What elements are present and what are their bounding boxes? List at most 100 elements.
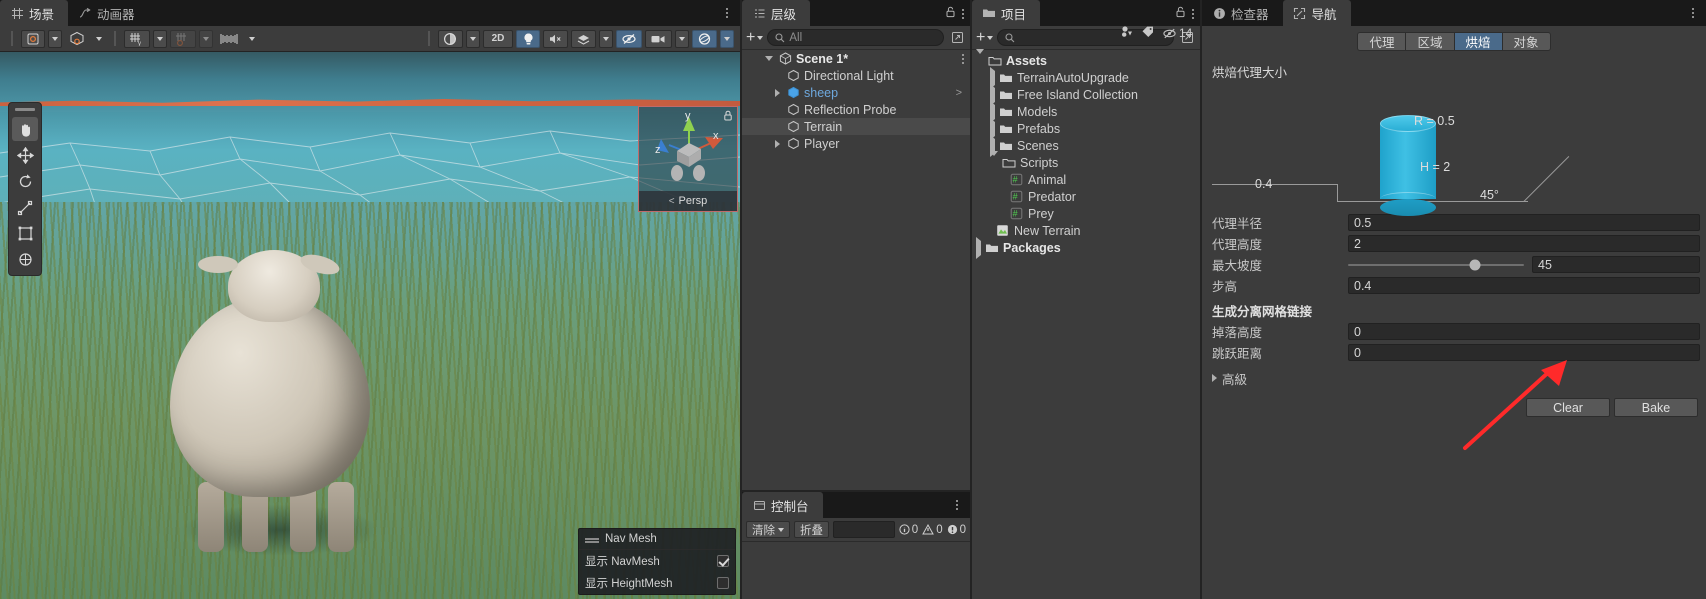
hand-tool[interactable] [12,117,38,141]
project-tree[interactable]: Assets TerrainAutoUpgrade Free Island Co… [972,48,1200,599]
project-row-animal[interactable]: # Animal [972,171,1200,188]
hierarchy-menu-icon[interactable] [962,8,964,19]
bulb-icon[interactable] [516,29,540,48]
hierarchy-add-button[interactable]: + [746,29,764,45]
tri-expanded-icon[interactable] [976,48,984,68]
grid-snap-icon[interactable]: y [124,29,150,48]
scale-tool[interactable] [12,195,38,219]
2d-toggle-button[interactable]: 2D [483,29,513,48]
console-warning-counter[interactable]: 0 [922,524,943,536]
rotate-tool[interactable] [12,169,38,193]
max-slope-input[interactable]: 45 [1532,256,1700,273]
slider-knob[interactable] [1469,259,1481,270]
ruler-icon[interactable] [216,30,242,48]
lock-icon[interactable] [723,110,733,121]
subtab-areas[interactable]: 区域 [1405,31,1454,51]
drop-height-input[interactable]: 0 [1348,323,1700,340]
tab-inspector[interactable]: 检查器 [1202,0,1283,26]
project-row-free-island-collection[interactable]: Free Island Collection [972,83,1200,106]
agent-radius-input[interactable]: 0.5 [1348,214,1700,231]
navmesh-overlay-header[interactable]: Nav Mesh [579,529,735,550]
eye-slash-icon[interactable] [616,29,642,48]
tri-expanded-icon[interactable] [990,150,998,170]
palette-grip-icon[interactable] [15,108,35,111]
shading-sphere-icon[interactable] [438,29,463,48]
project-row-new-terrain[interactable]: New Terrain [972,222,1200,239]
project-row-terrainautoupgrade[interactable]: TerrainAutoUpgrade [972,66,1200,89]
tri-collapsed-icon[interactable] [990,117,995,140]
project-row-prey[interactable]: # Prey [972,205,1200,222]
hierarchy-row-player[interactable]: Player [742,135,970,152]
pivot-dropdown-icon[interactable] [48,29,62,48]
hierarchy-row-scene[interactable]: Scene 1* [742,50,970,67]
console-error-counter[interactable]: 0 [947,524,966,536]
rect-tool[interactable] [12,221,38,245]
tab-animator[interactable]: 动画器 [68,0,149,26]
fx-icon[interactable] [571,29,596,48]
pivot-icon[interactable] [21,29,45,48]
hierarchy-row-terrain[interactable]: Terrain [742,118,970,135]
ruler-dropdown-icon[interactable] [245,30,259,48]
hierarchy-search-input[interactable]: All [767,29,944,46]
tri-collapsed-icon[interactable] [990,83,995,106]
subtab-object[interactable]: 对象 [1501,31,1551,51]
project-add-button[interactable]: + [976,29,994,45]
project-row-prefabs[interactable]: Prefabs [972,117,1200,140]
tab-scene[interactable]: 场景 [0,0,69,26]
subtab-agents[interactable]: 代理 [1357,31,1406,51]
vertex-snap-icon[interactable] [170,29,196,48]
hierarchy-lock-icon[interactable] [945,6,956,21]
console-search-input[interactable] [833,521,895,538]
shading-dropdown-icon[interactable] [466,29,480,48]
tri-collapsed-icon[interactable] [990,66,995,89]
project-row-scripts[interactable]: Scripts [972,150,1200,171]
agent-height-input[interactable]: 2 [1348,235,1700,252]
vertex-snap-dropdown-icon[interactable] [199,29,213,48]
toolbar-grip[interactable] [11,31,13,46]
drag-handle-icon[interactable] [585,538,599,540]
console-log-list[interactable] [742,542,970,599]
bake-button[interactable]: Bake [1614,398,1698,417]
clear-button[interactable]: Clear [1526,398,1610,417]
hierarchy-tree[interactable]: Scene 1* Directional Light sheep > Refle… [742,50,970,490]
gizmo-icon[interactable] [692,29,717,48]
overlay-row-show-heightmesh[interactable]: 显示 HeightMesh [579,572,735,594]
toolbar-grip-3[interactable] [428,31,430,46]
project-row-assets[interactable]: Assets [972,48,1200,69]
step-height-input[interactable]: 0.4 [1348,277,1700,294]
camera-icon[interactable] [645,29,672,48]
show-navmesh-checkbox[interactable] [717,555,729,567]
transform-tool[interactable] [12,247,38,271]
project-row-predator[interactable]: # Predator [972,188,1200,205]
project-filter-label-icon[interactable] [1141,25,1155,41]
tab-console[interactable]: 控制台 [742,492,823,518]
subtab-bake[interactable]: 烘焙 [1453,31,1502,51]
cube-dropdown-icon[interactable] [92,30,106,48]
hierarchy-row-reflection-probe[interactable]: Reflection Probe [742,101,970,118]
cube-icon[interactable] [65,30,89,48]
inspector-panel-menu-icon[interactable] [1686,4,1700,22]
tri-expanded-icon[interactable] [764,54,774,64]
scene-row-menu-icon[interactable] [962,53,964,64]
hierarchy-row-directional-light[interactable]: Directional Light [742,67,970,84]
prefab-open-chevron-icon[interactable]: > [956,87,962,99]
project-row-models[interactable]: Models [972,100,1200,123]
toolbar-grip-2[interactable] [114,31,116,46]
project-lock-icon[interactable] [1175,6,1186,21]
projection-mode-button[interactable]: < Persp [639,191,737,211]
overlay-row-show-navmesh[interactable]: 显示 NavMesh [579,550,735,572]
console-log-counter[interactable]: 0 [899,524,918,536]
tri-collapsed-icon[interactable] [772,88,782,98]
tri-collapsed-icon[interactable] [976,236,981,259]
project-row-packages[interactable]: Packages [972,236,1200,259]
console-collapse-button[interactable]: 折叠 [794,521,829,538]
scene-viewport[interactable]: x y z < Persp Nav Mesh 显示 NavMesh 显示 Hei… [0,52,740,599]
hierarchy-popout-icon[interactable] [948,29,966,46]
console-clear-button[interactable]: 清除 [746,521,790,538]
jump-distance-input[interactable]: 0 [1348,344,1700,361]
camera-dropdown-icon[interactable] [675,29,689,48]
scene-panel-menu-icon[interactable] [720,4,734,22]
tab-navigation[interactable]: 导航 [1282,0,1351,26]
fx-dropdown-icon[interactable] [599,29,613,48]
grid-snap-dropdown-icon[interactable] [153,29,167,48]
